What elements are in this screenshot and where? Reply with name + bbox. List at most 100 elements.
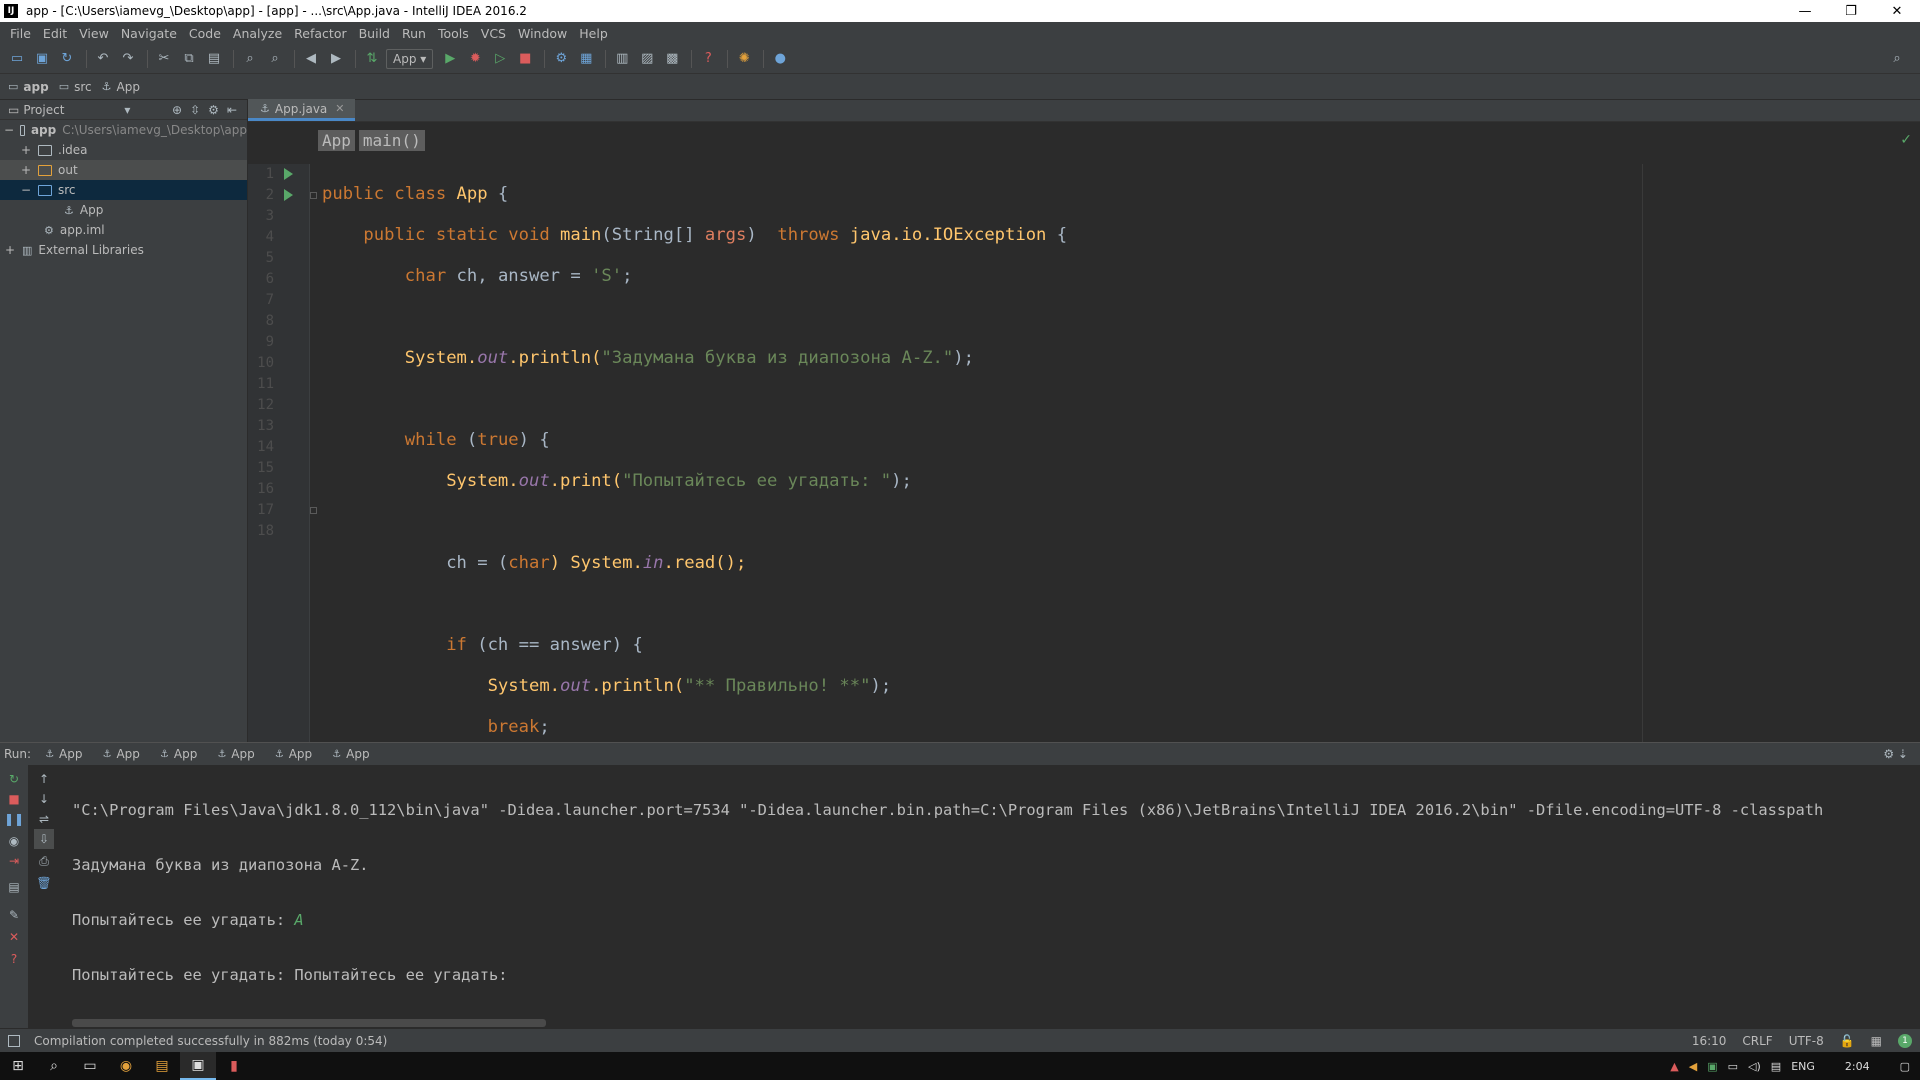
menu-vcs[interactable]: VCS [475,26,512,41]
run-tab[interactable]: ⚓ App [275,747,312,761]
volume-icon[interactable]: ◁) [1748,1060,1761,1073]
expand-toggle-icon[interactable]: + [20,143,32,157]
forward-icon[interactable]: ▶ [325,48,347,70]
gear-icon[interactable]: ⚙ ⇣ [1883,747,1908,761]
run-tab[interactable]: ⚓ App [160,747,197,761]
project-view-select[interactable]: Project [23,103,64,117]
run-icon[interactable]: ▶ [439,48,461,70]
sync-icon[interactable]: ↻ [56,48,78,70]
lock-icon[interactable]: 🔓 [1840,1034,1855,1048]
code-breadcrumb-method[interactable]: main() [358,130,425,151]
collapse-all-icon[interactable]: ⇳ [190,103,200,117]
language-indicator[interactable]: ENG [1791,1060,1815,1073]
menu-code[interactable]: Code [183,26,227,41]
menu-run[interactable]: Run [396,26,432,41]
copy-icon[interactable]: ⧉ [178,48,200,70]
tree-item-src[interactable]: − src [0,180,247,200]
memory-icon[interactable]: ▦ [1871,1034,1882,1048]
shield-icon[interactable]: ▣ [1707,1060,1717,1073]
event-log-badge[interactable]: 1 [1898,1033,1912,1048]
chevron-down-icon[interactable]: ▾ [124,103,130,117]
pause-icon[interactable]: ❚❚ [4,809,24,829]
fold-marker-icon[interactable] [310,192,317,199]
tree-item-out[interactable]: + out [0,160,247,180]
rerun-icon[interactable]: ↻ [4,769,24,789]
file-explorer-icon[interactable]: ▤ [144,1052,180,1080]
arrow-down-icon[interactable]: ↓ [34,789,54,809]
fold-marker-icon[interactable] [310,507,317,514]
menu-edit[interactable]: Edit [37,26,73,41]
intellij-taskbar-icon[interactable]: ▣ [180,1052,216,1080]
tree-item-app[interactable]: − app C:\Users\iamevg_\Desktop\app [0,120,247,140]
run-tab[interactable]: ⚓ App [45,747,82,761]
menu-analyze[interactable]: Analyze [227,26,288,41]
trash-icon[interactable]: 🗑 [34,873,54,893]
replace-icon[interactable]: ⌕ [264,48,286,70]
print-icon[interactable]: ⎙ [34,851,54,871]
run-class-gutter-icon[interactable] [284,168,293,180]
make-project-icon[interactable]: ⇅ [361,48,383,70]
arrow-up-icon[interactable]: ↑ [34,769,54,789]
open-folder-icon[interactable]: ▭ [6,48,28,70]
stop-icon[interactable]: ■ [514,48,536,70]
breadcrumb-src[interactable]: ▭ src [59,80,92,94]
cut-icon[interactable]: ✂ [153,48,175,70]
windows-start-icon[interactable]: ⊞ [0,1052,36,1080]
menu-view[interactable]: View [73,26,115,41]
close-tab-icon[interactable]: ✕ [335,102,344,115]
clock[interactable]: 2:04 [1845,1060,1870,1073]
acrobat-tray-icon[interactable]: ▲ [1670,1060,1678,1073]
vcs-icon[interactable]: ● [769,48,791,70]
debug-icon[interactable]: ✹ [464,48,486,70]
run-tab-active[interactable]: ⚓ App [332,747,369,761]
pin-icon[interactable]: ✎ [4,905,24,925]
settings-icon[interactable]: ⚙ [550,48,572,70]
collapse-toggle-icon[interactable]: − [20,183,32,197]
pdf-reader-icon[interactable]: ▮ [216,1052,252,1080]
hide-panel-icon[interactable]: ⇤ [227,103,237,117]
sdk-icon[interactable]: ▥ [611,48,633,70]
undo-icon[interactable]: ↶ [92,48,114,70]
help-icon[interactable]: ? [4,949,24,969]
maximize-button[interactable]: ❐ [1828,0,1874,22]
expand-toggle-icon[interactable]: + [4,243,16,257]
run-coverage-icon[interactable]: ▷ [489,48,511,70]
code-breadcrumb-class[interactable]: App [318,130,355,151]
exit-icon[interactable]: ⇥ [4,851,24,871]
stop-icon[interactable]: ■ [4,789,24,809]
menu-file[interactable]: File [4,26,37,41]
caret-position[interactable]: 16:10 [1692,1034,1727,1048]
run-method-gutter-icon[interactable] [284,189,293,201]
tool-windows-icon[interactable] [8,1034,20,1047]
search-icon[interactable]: ⌕ [36,1052,72,1080]
line-separator[interactable]: CRLF [1742,1034,1772,1048]
scroll-to-end-icon[interactable]: ⇩ [34,829,54,849]
status-message[interactable]: Compilation completed successfully in 88… [34,1034,387,1048]
device-icon[interactable]: ▩ [661,48,683,70]
network-icon[interactable]: ▭ [1728,1060,1738,1073]
plugin-icon[interactable]: ✺ [733,48,755,70]
task-view-icon[interactable]: ▭ [72,1052,108,1080]
scroll-from-source-icon[interactable]: ⊕ [172,103,182,117]
action-center-icon[interactable]: ▢ [1900,1060,1910,1073]
run-tab[interactable]: ⚓ App [217,747,254,761]
collapse-toggle-icon[interactable]: − [4,123,14,137]
tree-item-idea[interactable]: + .idea [0,140,247,160]
soft-wrap-icon[interactable]: ⇌ [34,809,54,829]
horizontal-scrollbar[interactable] [72,1019,546,1027]
chrome-icon[interactable]: ◉ [108,1052,144,1080]
redo-icon[interactable]: ↷ [117,48,139,70]
menu-tools[interactable]: Tools [432,26,475,41]
help-icon[interactable]: ? [697,48,719,70]
project-structure-icon[interactable]: ▦ [575,48,597,70]
speaker-muted-icon[interactable]: ◀ [1689,1060,1697,1073]
layout-icon[interactable]: ▤ [4,877,24,897]
menu-build[interactable]: Build [353,26,396,41]
close-icon[interactable]: ✕ [4,927,24,947]
tree-item-app-class[interactable]: ⚓ App [0,200,247,220]
dump-threads-icon[interactable]: ◉ [4,831,24,851]
menu-help[interactable]: Help [573,26,614,41]
minimize-button[interactable]: — [1782,0,1828,22]
save-all-icon[interactable]: ▣ [31,48,53,70]
menu-navigate[interactable]: Navigate [115,26,183,41]
